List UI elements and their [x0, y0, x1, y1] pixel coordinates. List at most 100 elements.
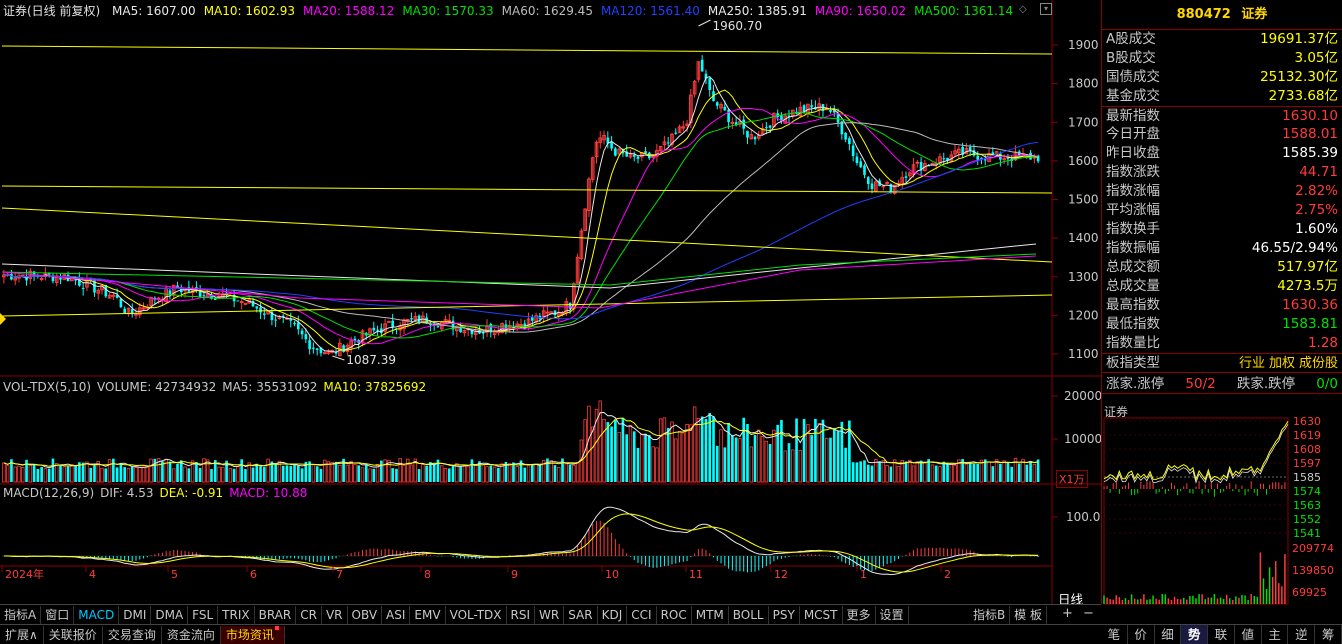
trend-line [1, 255, 1037, 309]
right-tab[interactable]: 联 [1208, 625, 1235, 644]
type-tag[interactable]: 成份股 [1299, 356, 1338, 371]
close-icon[interactable]: ◇ [1019, 4, 1027, 15]
mini-chart-title: 证券 [1104, 405, 1129, 419]
candle [636, 155, 640, 164]
info-value: 2.75% [1295, 202, 1338, 218]
volume-bar [380, 460, 383, 482]
volume-bar [1029, 461, 1032, 482]
indicator-tab[interactable]: ASI [382, 605, 411, 624]
volume-bar [1025, 464, 1029, 482]
indicator-tab[interactable]: MCST [800, 605, 843, 624]
indicator-tab[interactable]: CR [296, 605, 322, 624]
info-row: 指数振幅 46.55/2.94% [1102, 239, 1342, 258]
right-tab[interactable]: 价 [1128, 625, 1155, 644]
indicator-tab[interactable]: VOL-TDX [446, 605, 507, 624]
ma-legend-item: MA30: 1570.33 [402, 4, 494, 18]
volume-bar [946, 462, 949, 482]
candle [674, 128, 678, 135]
indicator-tab[interactable]: RSI [507, 605, 536, 624]
volume-bar [274, 464, 277, 482]
info-value: 25132.30亿 [1260, 69, 1338, 85]
type-tag[interactable]: 行业 [1239, 356, 1265, 371]
info-label: 指数换手 [1106, 221, 1160, 237]
volume-bar [195, 461, 198, 482]
indicator-tab[interactable]: KDJ [598, 605, 628, 624]
volume-bar [821, 419, 825, 482]
volume-bar [406, 458, 410, 483]
indicator-tab[interactable]: 窗口 [41, 605, 75, 624]
x-tick-label: 12 [774, 568, 788, 581]
bottom-tab[interactable]: 市场资讯 [220, 625, 285, 644]
volume-bar [470, 459, 474, 482]
volume-bar [315, 466, 319, 482]
volume-unit-label: X1万 [1056, 470, 1088, 488]
right-tab[interactable]: 逆 [1288, 625, 1316, 644]
volume-bar [285, 465, 289, 482]
indicator-tab[interactable]: MACD [74, 605, 120, 624]
indicator-tab[interactable]: TRIX [218, 605, 255, 624]
right-tab[interactable]: 値 [1235, 625, 1262, 644]
trend-line [1, 253, 1037, 286]
dropdown-icon[interactable]: ▾ [1040, 3, 1052, 15]
info-value: 1585.39 [1282, 145, 1338, 161]
candle [43, 267, 48, 281]
vol-tick-label: 10000 [1064, 432, 1102, 446]
indicator-tab[interactable]: VR [322, 605, 348, 624]
candle [692, 79, 697, 98]
candle [696, 61, 701, 83]
indicator-tab[interactable]: MTM [692, 605, 729, 624]
indicator-tab[interactable]: OBV [348, 605, 383, 624]
ma-legend-item: MA90: 1650.02 [814, 4, 907, 18]
indicator-tab[interactable]: EMV [410, 605, 446, 624]
candle [810, 99, 813, 113]
zoom-in-button[interactable]: + [1062, 606, 1073, 621]
macd-legend-item: MACD(12,26,9) [3, 486, 95, 500]
info-row: 指数换手 1.60% [1102, 220, 1342, 239]
indicator-tab[interactable]: 更多 [843, 605, 876, 624]
type-tag[interactable]: 加权 [1269, 356, 1295, 371]
indicator-tab[interactable]: 指标A [0, 605, 42, 624]
candle [712, 84, 715, 102]
volume-bar [497, 467, 500, 482]
indicator-right-tab[interactable]: 指标B [969, 605, 1011, 624]
bottom-tab[interactable]: 资金流向 [162, 625, 221, 644]
volume-bar [685, 424, 689, 483]
indicator-tab[interactable]: DMA [151, 605, 189, 624]
indicator-tab[interactable]: DMI [119, 605, 152, 624]
bottom-tab[interactable]: 关联报价 [44, 625, 103, 644]
right-tab[interactable]: 主 [1262, 625, 1289, 644]
right-tab[interactable]: 筹 [1315, 625, 1342, 644]
right-tab[interactable]: 细 [1155, 625, 1182, 644]
bottom-tab[interactable]: 交易查询 [103, 625, 162, 644]
info-label: 总成交额 [1106, 259, 1160, 275]
ma-legend-item: MA60: 1629.45 [501, 4, 593, 18]
right-tab[interactable]: 势 [1181, 625, 1209, 644]
candle [708, 76, 712, 97]
indicator-tab[interactable]: PSY [769, 605, 800, 624]
indicator-tab[interactable]: CCI [627, 605, 657, 624]
indicator-tab[interactable]: ROC [657, 605, 692, 624]
volume-bar [942, 461, 946, 482]
volume-bar [402, 465, 406, 483]
high-marker [698, 19, 711, 27]
zoom-out-button[interactable]: − [1083, 606, 1094, 621]
indicator-tab[interactable]: BRAR [255, 605, 297, 624]
candle [765, 121, 768, 135]
candle [489, 322, 493, 338]
volume-bar [51, 458, 55, 482]
y-tick-label: 1300 [1068, 270, 1099, 284]
indicator-right-tab[interactable]: 模 板 [1010, 605, 1047, 624]
volume-bar [715, 445, 719, 482]
indicator-tab[interactable]: BOLL [729, 605, 769, 624]
indicator-tab[interactable]: FSL [188, 605, 219, 624]
indicator-tab[interactable]: SAR [564, 605, 598, 624]
volume-bar [908, 459, 912, 483]
candle [625, 144, 629, 157]
indicator-tab[interactable]: WR [535, 605, 565, 624]
bottom-tab[interactable]: 扩展∧ [0, 625, 44, 644]
volume-bar [104, 468, 108, 482]
volume-bar [202, 458, 206, 483]
candle [96, 288, 101, 300]
indicator-tab[interactable]: 设置 [876, 605, 909, 624]
right-tab[interactable]: 笔 [1101, 625, 1128, 644]
